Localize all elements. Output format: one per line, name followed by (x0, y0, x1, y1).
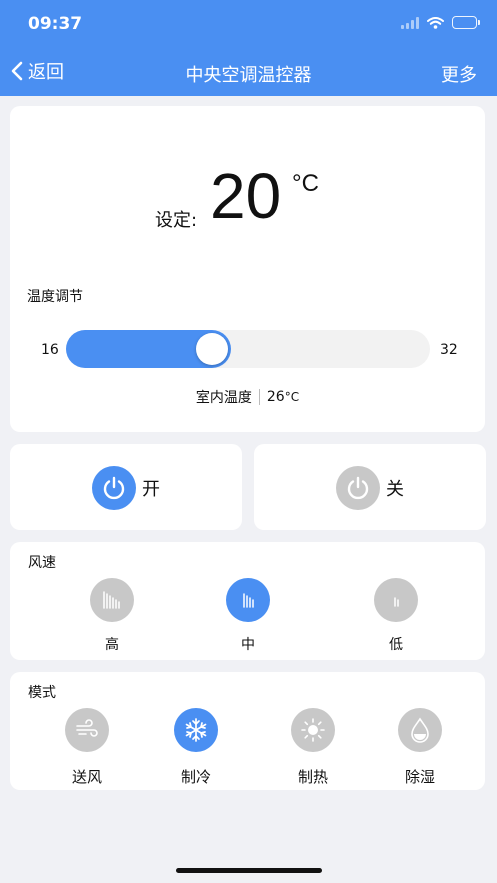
indoor-temperature-unit: °C (284, 390, 300, 404)
power-off-icon (336, 466, 380, 510)
status-time: 09:37 (28, 14, 83, 34)
setpoint-value: 20 (210, 160, 282, 232)
wind-option-low[interactable]: 低 (366, 578, 426, 654)
cellular-signal-icon (401, 16, 419, 29)
mode-option-fan[interactable]: 送风 (52, 708, 122, 787)
power-on-label: 开 (142, 479, 160, 500)
droplet-icon (398, 708, 442, 752)
power-off-content: 关 (254, 466, 486, 510)
slider-thumb[interactable] (196, 333, 229, 365)
wind-low-icon (374, 578, 418, 622)
mode-option-cool[interactable]: 制冷 (161, 708, 231, 787)
status-icons (401, 16, 480, 29)
slider-min-label: 16 (41, 342, 59, 358)
temperature-card: 设定: 20 °C 温度调节 16 32 室内温度 26 °C (10, 106, 485, 432)
power-icon (347, 476, 369, 500)
indoor-temperature-value: 26 (266, 389, 285, 405)
temperature-slider[interactable] (66, 330, 430, 368)
mode-option-label: 送风 (71, 768, 102, 786)
slider-max-label: 32 (440, 342, 458, 358)
power-icon (103, 476, 125, 500)
power-off-label: 关 (386, 479, 404, 500)
app-header: 09:37 返回 中央空调温控器 更多 (0, 0, 497, 96)
power-on-content: 开 (10, 466, 242, 510)
wind-option-label: 中 (241, 637, 255, 653)
wind-option-label: 低 (389, 637, 403, 653)
mode-card: 模式 送风 制冷 制热 除湿 (10, 672, 485, 790)
wind-speed-card: 风速 高 中 低 (10, 542, 485, 660)
wind-speed-title: 风速 (28, 555, 56, 571)
wind-option-medium[interactable]: 中 (218, 578, 278, 654)
setpoint-unit: °C (292, 170, 319, 197)
wifi-icon (427, 16, 444, 29)
wind-medium-icon (226, 578, 270, 622)
mode-option-dehumidify[interactable]: 除湿 (385, 708, 455, 787)
power-off-button[interactable]: 关 (254, 444, 486, 530)
wind-option-label: 高 (105, 637, 119, 653)
wind-high-icon (90, 578, 134, 622)
sun-icon (291, 708, 335, 752)
mode-option-label: 制冷 (180, 768, 211, 786)
mode-option-heat[interactable]: 制热 (278, 708, 348, 787)
indoor-temperature: 室内温度 26 °C (10, 387, 485, 407)
status-bar: 09:37 (0, 0, 497, 48)
power-on-button[interactable]: 开 (10, 444, 242, 530)
snowflake-icon (174, 708, 218, 752)
wind-option-high[interactable]: 高 (82, 578, 142, 654)
divider (258, 389, 260, 405)
nav-bar: 返回 中央空调温控器 更多 (0, 48, 497, 96)
mode-option-label: 除湿 (404, 768, 435, 786)
fan-icon (65, 708, 109, 752)
temperature-adjust-label: 温度调节 (27, 289, 83, 305)
more-button[interactable]: 更多 (441, 61, 477, 87)
battery-icon (452, 16, 480, 29)
power-on-icon (92, 466, 136, 510)
page-title: 中央空调温控器 (185, 65, 312, 86)
home-indicator (176, 868, 322, 873)
setpoint-label: 设定: (155, 210, 198, 231)
mode-title: 模式 (28, 685, 56, 701)
mode-option-label: 制热 (297, 768, 328, 786)
indoor-temperature-label: 室内温度 (195, 390, 252, 406)
